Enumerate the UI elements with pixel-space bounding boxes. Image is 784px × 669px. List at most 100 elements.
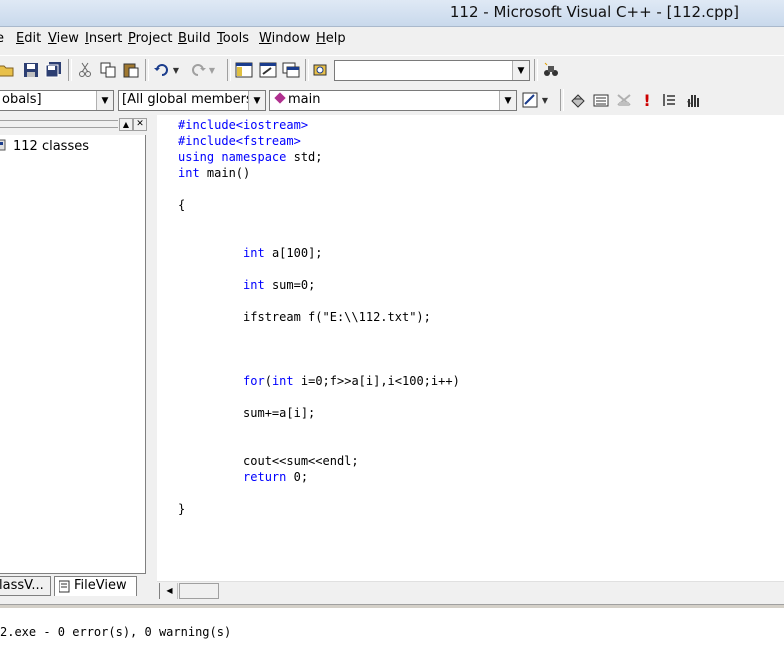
close-panel-icon[interactable]: ✕ (133, 118, 147, 131)
code-line[interactable] (178, 421, 460, 437)
keyword-token: return (243, 470, 287, 484)
keyword-token: #include<iostream> (178, 118, 309, 132)
code-token: std; (286, 150, 323, 164)
members-combo[interactable]: [All global members ▼ (118, 90, 266, 111)
code-line[interactable] (178, 341, 460, 357)
menu-item[interactable]: e (0, 31, 4, 46)
function-diamond-icon (274, 92, 286, 104)
menu-bar: e Edit View Insert Project Build Tools Window He… (0, 27, 784, 51)
code-line[interactable] (178, 357, 460, 373)
code-line[interactable]: int a[100]; (178, 245, 460, 261)
code-line[interactable]: ifstream f("E:\\112.txt"); (178, 309, 460, 325)
window-list-icon[interactable] (281, 60, 301, 80)
menu-item[interactable]: Tools (217, 31, 249, 46)
redo-dropdown-icon[interactable]: ▼ (206, 60, 218, 80)
code-line[interactable] (178, 229, 460, 245)
menu-item[interactable]: View (48, 31, 79, 46)
scroll-left-icon[interactable]: ◀ (162, 583, 178, 599)
code-line[interactable]: int sum=0; (178, 277, 460, 293)
search-binoculars-icon[interactable] (541, 60, 561, 80)
code-token: } (178, 502, 186, 516)
code-line[interactable]: int main() (178, 165, 460, 181)
code-token: ( (264, 374, 272, 388)
scope-combo[interactable]: obals] ▼ (0, 90, 114, 111)
keyword-token: using namespace (178, 150, 287, 164)
stop-build-icon[interactable] (614, 90, 634, 110)
step-icon[interactable] (659, 90, 679, 110)
chevron-down-icon[interactable]: ▼ (96, 91, 113, 110)
menu-item[interactable]: Insert (85, 31, 122, 46)
code-line[interactable]: using namespace std; (178, 149, 460, 165)
wizard-action-icon[interactable] (520, 90, 540, 110)
maximize-panel-icon[interactable]: ▲ (119, 118, 133, 131)
code-line[interactable] (178, 181, 460, 197)
code-line[interactable] (178, 213, 460, 229)
scrollbar-thumb[interactable] (179, 583, 219, 599)
undo-dropdown-icon[interactable]: ▼ (170, 60, 182, 80)
code-line[interactable]: #include<fstream> (178, 133, 460, 149)
keyword-token: int (178, 166, 200, 180)
cut-icon[interactable] (75, 60, 95, 80)
horizontal-scrollbar[interactable]: ◀ (157, 581, 784, 601)
keyword-token: for (243, 374, 265, 388)
code-line[interactable]: { (178, 197, 460, 213)
function-combo[interactable]: main ▼ (269, 90, 517, 111)
hand-icon[interactable] (683, 90, 703, 110)
code-token: main() (199, 166, 251, 180)
title-bar: 112 - Microsoft Visual C++ - [112.cpp] (0, 0, 784, 27)
source-code[interactable]: #include<iostream> #include<fstream> using… (178, 117, 460, 517)
code-line[interactable]: } (178, 501, 460, 517)
standard-toolbar: ▼ ▼ ▼ (0, 55, 784, 86)
tree-root-label[interactable]: 112 classes (13, 139, 89, 154)
code-line[interactable]: #include<iostream> (178, 117, 460, 133)
output-window-icon[interactable] (258, 60, 278, 80)
code-line[interactable] (178, 437, 460, 453)
undo-icon[interactable] (152, 60, 172, 80)
code-editor[interactable]: #include<iostream> #include<fstream> using… (157, 115, 784, 581)
code-line[interactable]: sum+=a[i]; (178, 405, 460, 421)
menu-item[interactable]: Edit (16, 31, 41, 46)
code-line[interactable]: for(int i=0;f>>a[i],i<100;i++) (178, 373, 460, 389)
chevron-down-icon[interactable]: ▼ (512, 61, 529, 80)
save-all-icon[interactable] (44, 60, 64, 80)
wizard-dropdown-icon[interactable]: ▼ (538, 90, 552, 110)
find-combo[interactable]: ▼ (334, 60, 530, 81)
code-token: ifstream f("E:\\112.txt"); (178, 310, 431, 324)
tab-fileview[interactable]: FileView (54, 576, 137, 596)
tab-classview[interactable]: lassV... (0, 576, 51, 596)
save-icon[interactable] (21, 60, 41, 80)
build-icon[interactable] (591, 90, 611, 110)
menu-item[interactable]: Help (316, 31, 346, 46)
code-token: 0; (286, 470, 309, 484)
members-combo-value: [All global members (122, 92, 253, 107)
class-tree: 112 classes (0, 135, 146, 574)
open-folder-icon[interactable] (0, 60, 16, 80)
panel-gripper[interactable] (0, 120, 118, 128)
workspace-window-icon[interactable] (234, 60, 254, 80)
keyword-token: int (243, 278, 265, 292)
menu-item[interactable]: Window (259, 31, 310, 46)
keyword-token: int (243, 246, 265, 260)
code-line[interactable] (178, 485, 460, 501)
code-line[interactable]: cout<<sum<<endl; (178, 453, 460, 469)
build-result-line: 2.exe - 0 error(s), 0 warning(s) (0, 625, 232, 639)
code-line[interactable] (178, 389, 460, 405)
chevron-down-icon[interactable]: ▼ (248, 91, 265, 110)
function-combo-value: main (288, 92, 321, 107)
paste-icon[interactable] (121, 60, 141, 80)
menu-item[interactable]: Project (128, 31, 173, 46)
code-line[interactable] (178, 293, 460, 309)
menu-item[interactable]: Build (178, 31, 211, 46)
code-line[interactable] (178, 261, 460, 277)
execute-icon[interactable]: ! (637, 90, 657, 110)
code-line[interactable] (178, 325, 460, 341)
compile-icon[interactable] (568, 90, 588, 110)
find-in-files-icon[interactable] (311, 60, 331, 80)
workspace-tabs: lassV... FileView (0, 574, 150, 598)
copy-icon[interactable] (98, 60, 118, 80)
code-line[interactable]: return 0; (178, 469, 460, 485)
redo-icon[interactable] (188, 60, 208, 80)
chevron-down-icon[interactable]: ▼ (499, 91, 516, 110)
